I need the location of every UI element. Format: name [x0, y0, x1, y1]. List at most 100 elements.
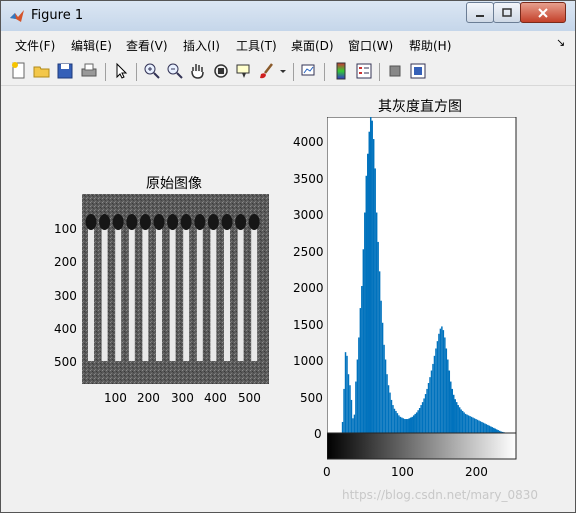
histogram-bar [461, 410, 464, 433]
left-y-tick: 300 [54, 289, 77, 303]
histogram-bar [368, 131, 370, 433]
histogram-plot[interactable] [327, 117, 517, 460]
menu-insert[interactable]: 插入(I) [183, 37, 220, 54]
toolbar-separator [379, 63, 380, 81]
histogram-bar [421, 402, 424, 433]
histogram-bar [396, 413, 399, 433]
histogram-bar [417, 410, 419, 433]
match-stick [169, 228, 176, 361]
histogram-bar [346, 355, 348, 433]
pan-icon[interactable] [188, 61, 208, 81]
original-image[interactable] [82, 194, 269, 384]
menu-dock-icon[interactable]: ↘ [556, 36, 565, 49]
histogram-bar [451, 388, 453, 433]
match-head [235, 214, 247, 230]
histogram-bar [412, 415, 415, 433]
link-plot-icon[interactable] [299, 61, 319, 81]
left-x-tick: 100 [104, 391, 127, 405]
histogram-bar [369, 117, 372, 433]
menu-desktop[interactable]: 桌面(D) [291, 37, 334, 54]
menu-view[interactable]: 查看(V) [126, 37, 168, 54]
menu-window[interactable]: 窗口(W) [348, 37, 393, 54]
save-icon[interactable] [55, 61, 75, 81]
brush-icon[interactable] [257, 61, 277, 81]
histogram-bar [432, 363, 434, 433]
histogram-bar [353, 414, 356, 433]
maximize-button[interactable] [493, 2, 521, 23]
close-button[interactable] [520, 2, 566, 23]
figure-toolbar [1, 57, 575, 86]
histogram-bar [408, 418, 411, 433]
match-head [99, 214, 111, 230]
zoom-in-icon[interactable] [142, 61, 162, 81]
zoom-out-icon[interactable] [165, 61, 185, 81]
menu-edit[interactable]: 编辑(E) [71, 37, 112, 54]
matlab-app-icon [10, 10, 24, 22]
histogram-bar [448, 370, 451, 433]
menu-tools[interactable]: 工具(T) [236, 37, 277, 54]
histogram-bar [435, 348, 437, 433]
histogram-bar [365, 175, 368, 433]
match-stick [183, 228, 190, 361]
histogram-bar [404, 419, 406, 433]
histogram-bar [453, 394, 455, 433]
histogram-bar [455, 402, 458, 433]
histogram-bar [381, 322, 384, 433]
right-y-tick: 4000 [293, 135, 324, 149]
histogram-bar [485, 424, 488, 433]
minimize-button[interactable] [466, 2, 494, 23]
histogram-bar [454, 399, 456, 433]
histogram-bar [414, 413, 416, 433]
histogram-bar [427, 383, 430, 433]
histogram-bar [398, 415, 400, 433]
histogram-bar [393, 408, 396, 433]
match-stick [128, 228, 135, 361]
histogram-bar [442, 330, 445, 433]
rotate-3d-icon[interactable] [211, 61, 231, 81]
histogram-bar [429, 377, 431, 433]
match-head [153, 214, 165, 230]
histogram-bar [387, 385, 390, 433]
open-file-icon[interactable] [32, 61, 52, 81]
menu-bar: 文件(F) 编辑(E) 查看(V) 插入(I) 工具(T) 桌面(D) 窗口(W… [1, 33, 575, 55]
show-plot-tools-icon[interactable] [408, 61, 428, 81]
print-icon[interactable] [79, 61, 99, 81]
right-y-tick: 2500 [293, 245, 324, 259]
histogram-bar [430, 370, 433, 433]
histogram-bar [436, 341, 439, 433]
histogram-bar [473, 418, 476, 433]
colorbar-icon[interactable] [331, 61, 351, 81]
match-head [248, 214, 260, 230]
match-head [207, 214, 219, 230]
data-cursor-icon[interactable] [234, 61, 254, 81]
histogram-bar [377, 241, 379, 433]
left-x-tick: 400 [204, 391, 227, 405]
histogram-bar [371, 120, 373, 434]
histogram-bar [433, 355, 436, 433]
menu-help[interactable]: 帮助(H) [409, 37, 451, 54]
histogram-bar [401, 417, 403, 433]
left-y-tick: 500 [54, 355, 77, 369]
toolbar-separator [105, 63, 106, 81]
maximize-icon [502, 7, 512, 17]
histogram-bar [384, 359, 387, 433]
histogram-bar [439, 328, 442, 433]
brush-dropdown-icon[interactable] [278, 61, 288, 81]
legend-icon[interactable] [354, 61, 374, 81]
histogram-bar [445, 348, 448, 433]
left-y-tick: 400 [54, 322, 77, 336]
menu-file[interactable]: 文件(F) [15, 37, 55, 54]
figure-window: Figure 1 文件(F) 编辑(E) 查看(V) 插入(I) 工具(T) 桌… [0, 0, 576, 513]
histogram-bar [405, 419, 408, 433]
left-y-tick: 200 [54, 255, 77, 269]
pointer-icon[interactable] [111, 61, 131, 81]
new-figure-icon[interactable] [9, 61, 29, 81]
histogram-bar [407, 419, 409, 433]
histogram-bar [372, 139, 375, 434]
histogram-bar [464, 413, 467, 433]
hide-plot-tools-icon[interactable] [385, 61, 405, 81]
histogram-bar [426, 388, 428, 433]
match-stick [115, 228, 122, 361]
right-axes-title: 其灰度直方图 [378, 99, 462, 115]
histogram-bar [361, 286, 363, 433]
